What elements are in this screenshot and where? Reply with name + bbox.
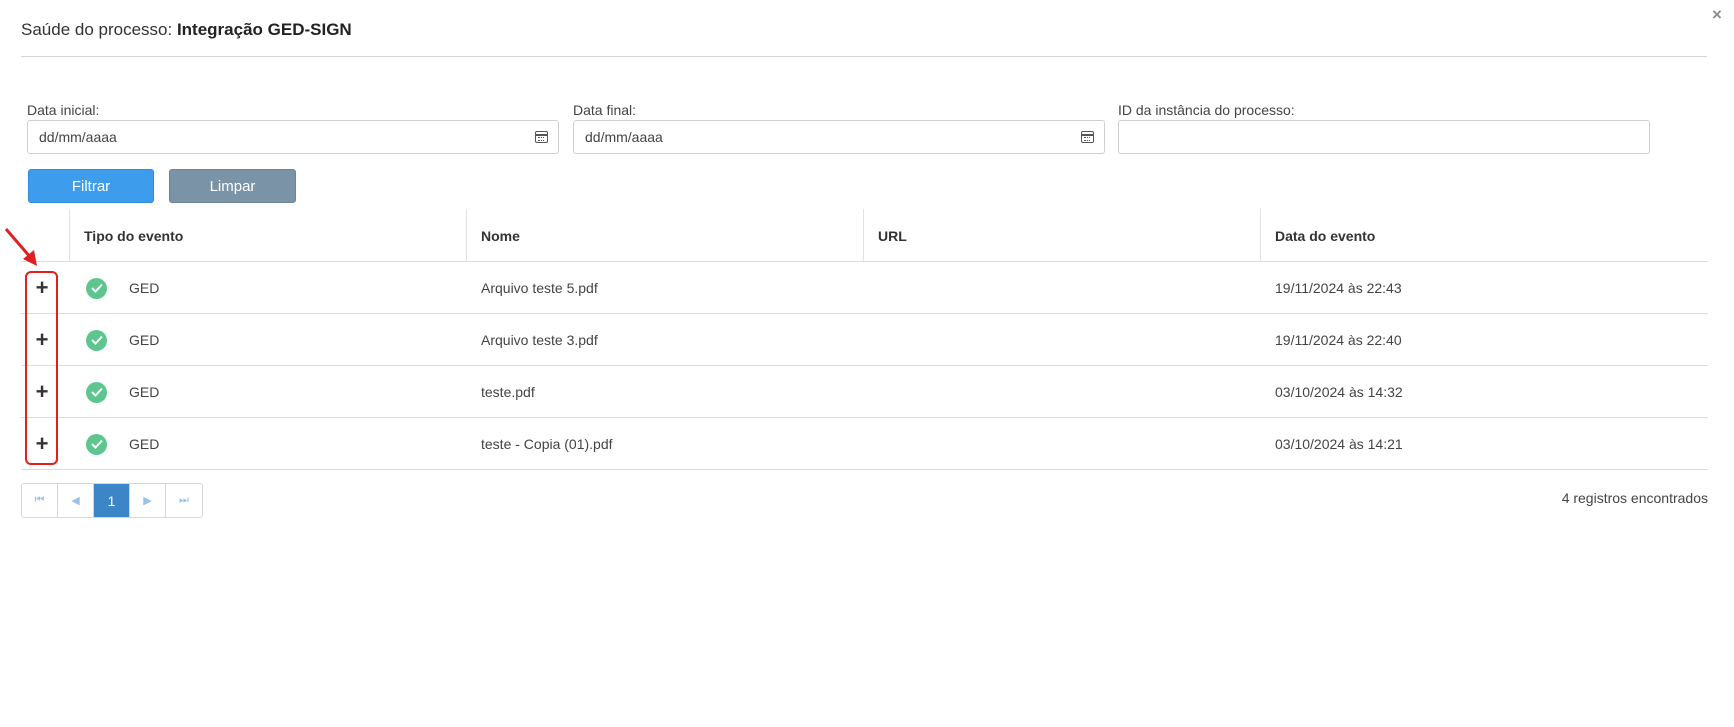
- table-header: Tipo do evento Nome URL Data do evento: [21, 209, 1708, 262]
- name-cell: Arquivo teste 3.pdf: [481, 332, 598, 348]
- table-row: + GED teste.pdf 03/10/2024 às 14:32: [21, 366, 1708, 418]
- process-name: Integração GED-SIGN: [176, 20, 352, 39]
- first-page-icon[interactable]: ⏮: [22, 484, 58, 517]
- date-cell: 19/11/2024 às 22:40: [1275, 332, 1402, 348]
- dialog-title: Saúde do processo: Integração GED-SIGN: [21, 20, 352, 40]
- start-date-value: dd/mm/aaaa: [39, 129, 117, 145]
- date-cell: 03/10/2024 às 14:21: [1275, 436, 1403, 452]
- title-prefix: Saúde do processo:: [21, 20, 173, 39]
- expand-row-button[interactable]: +: [21, 314, 63, 366]
- instance-id-input[interactable]: [1118, 120, 1650, 154]
- event-type-cell: GED: [129, 332, 160, 348]
- event-type-cell: GED: [129, 384, 160, 400]
- date-cell: 19/11/2024 às 22:43: [1275, 280, 1402, 296]
- calendar-icon[interactable]: [1081, 131, 1094, 143]
- filter-button[interactable]: Filtrar: [28, 169, 154, 203]
- end-date-value: dd/mm/aaaa: [585, 129, 663, 145]
- check-circle-icon: [86, 381, 107, 403]
- header-event-type[interactable]: Tipo do evento: [69, 209, 466, 262]
- name-cell: teste.pdf: [481, 384, 535, 400]
- expand-row-button[interactable]: +: [21, 366, 63, 418]
- end-date-input[interactable]: dd/mm/aaaa: [573, 120, 1105, 154]
- table-row: + GED teste - Copia (01).pdf 03/10/2024 …: [21, 418, 1708, 470]
- instance-id-label: ID da instância do processo:: [1118, 102, 1295, 118]
- title-divider: [21, 56, 1707, 57]
- name-cell: Arquivo teste 5.pdf: [481, 280, 598, 296]
- events-table: Tipo do evento Nome URL Data do evento +…: [21, 209, 1708, 470]
- check-circle-icon: [86, 433, 107, 455]
- start-date-label: Data inicial:: [27, 102, 100, 118]
- prev-page-icon[interactable]: ◀: [58, 484, 94, 517]
- next-page-icon[interactable]: ▶: [130, 484, 166, 517]
- header-event-date[interactable]: Data do evento: [1260, 209, 1708, 262]
- expand-row-button[interactable]: +: [21, 418, 63, 470]
- records-count: 4 registros encontrados: [1561, 490, 1708, 506]
- table-row: + GED Arquivo teste 5.pdf 19/11/2024 às …: [21, 262, 1708, 314]
- calendar-icon[interactable]: [535, 131, 548, 143]
- name-cell: teste - Copia (01).pdf: [481, 436, 613, 452]
- close-icon[interactable]: ×: [1709, 6, 1725, 24]
- header-url[interactable]: URL: [863, 209, 1260, 262]
- event-type-cell: GED: [129, 280, 160, 296]
- end-date-label: Data final:: [573, 102, 637, 118]
- last-page-icon[interactable]: ⏭: [166, 484, 202, 517]
- check-circle-icon: [86, 277, 107, 299]
- header-name[interactable]: Nome: [466, 209, 863, 262]
- start-date-input[interactable]: dd/mm/aaaa: [27, 120, 559, 154]
- clear-button[interactable]: Limpar: [169, 169, 296, 203]
- check-circle-icon: [86, 329, 107, 351]
- event-type-cell: GED: [129, 436, 160, 452]
- date-cell: 03/10/2024 às 14:32: [1275, 384, 1403, 400]
- expand-row-button[interactable]: +: [21, 262, 63, 314]
- table-row: + GED Arquivo teste 3.pdf 19/11/2024 às …: [21, 314, 1708, 366]
- pagination: ⏮ ◀ 1 ▶ ⏭: [21, 483, 203, 518]
- page-button-current[interactable]: 1: [94, 484, 130, 517]
